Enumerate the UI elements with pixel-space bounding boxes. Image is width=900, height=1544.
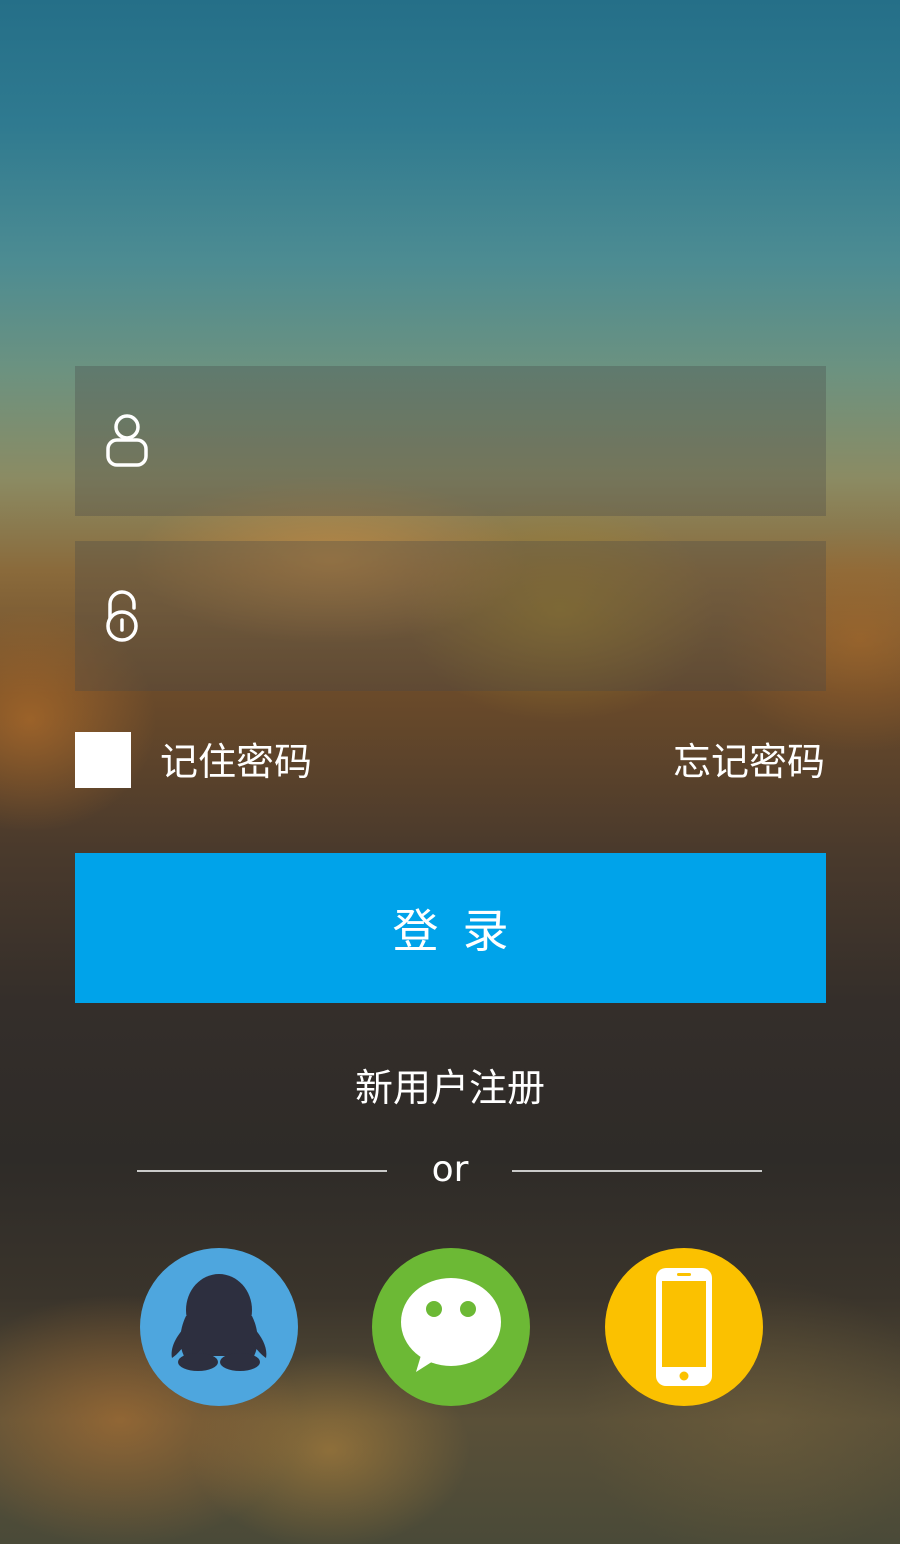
qq-penguin-icon bbox=[171, 1274, 267, 1371]
forgot-password-link[interactable]: 忘记密码 bbox=[673, 738, 825, 786]
wechat-login-button[interactable] bbox=[372, 1248, 530, 1406]
phone-login-button[interactable] bbox=[605, 1248, 763, 1406]
username-input[interactable] bbox=[185, 366, 799, 518]
remember-password-checkbox[interactable] bbox=[75, 732, 131, 788]
lock-icon bbox=[106, 590, 138, 642]
wechat-bubble-icon bbox=[401, 1278, 501, 1372]
register-link[interactable]: 新用户注册 bbox=[0, 1064, 900, 1112]
password-input[interactable] bbox=[185, 541, 799, 693]
mobile-phone-icon bbox=[656, 1268, 712, 1386]
qq-login-button[interactable] bbox=[140, 1248, 298, 1406]
password-field[interactable] bbox=[75, 541, 826, 693]
username-field[interactable] bbox=[75, 366, 826, 518]
divider-line-right bbox=[512, 1170, 762, 1172]
user-icon bbox=[106, 414, 148, 467]
remember-password-label[interactable]: 记住密码 bbox=[160, 738, 312, 786]
login-button[interactable]: 登录 bbox=[75, 853, 826, 1003]
or-divider-text: or bbox=[431, 1149, 469, 1190]
